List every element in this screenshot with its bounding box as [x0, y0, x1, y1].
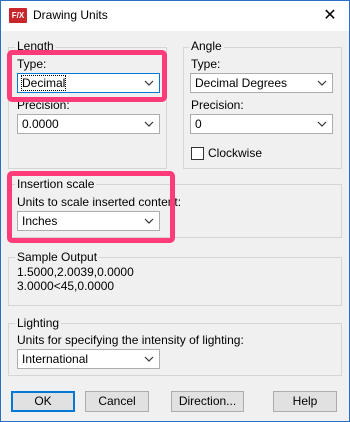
angle-type-label: Type:: [191, 57, 221, 71]
chevron-down-icon: [317, 121, 327, 127]
lighting-label: Lighting: [15, 316, 62, 330]
angle-type-value: Decimal Degrees: [195, 76, 288, 90]
highlight-insertion-scale: [7, 171, 175, 243]
close-icon[interactable]: ✕: [319, 5, 341, 27]
title-bar[interactable]: F/X Drawing Units ✕: [1, 1, 349, 31]
length-precision-value: 0.0000: [22, 117, 59, 131]
sample-output-line-2: 3.0000<45,0.0000: [17, 279, 115, 293]
sample-output-label: Sample Output: [15, 250, 100, 264]
window-title: Drawing Units: [33, 8, 108, 22]
clockwise-label[interactable]: Clockwise: [208, 146, 262, 160]
cancel-button[interactable]: Cancel: [85, 391, 149, 412]
drawing-units-dialog: F/X Drawing Units ✕ Length Type: Decimal…: [0, 0, 350, 422]
clockwise-checkbox[interactable]: [191, 147, 204, 160]
lighting-units-value: International: [22, 352, 89, 366]
help-button[interactable]: Help: [273, 391, 337, 412]
chevron-down-icon: [144, 356, 154, 362]
lighting-units-label: Units for specifying the intensity of li…: [17, 333, 244, 347]
angle-type-select[interactable]: Decimal Degrees: [190, 73, 333, 93]
direction-button[interactable]: Direction...: [171, 391, 244, 412]
angle-precision-value: 0: [195, 117, 202, 131]
autocad-app-icon: F/X: [9, 8, 27, 23]
ok-button[interactable]: OK: [11, 391, 75, 412]
chevron-down-icon: [144, 121, 154, 127]
angle-precision-select[interactable]: 0: [190, 114, 333, 134]
sample-output-line-1: 1.5000,2.0039,0.0000: [17, 265, 134, 279]
angle-precision-label: Precision:: [191, 98, 244, 112]
lighting-units-select[interactable]: International: [17, 349, 160, 369]
highlight-length-type: [7, 50, 167, 102]
angle-group-label: Angle: [189, 39, 224, 53]
chevron-down-icon: [317, 80, 327, 86]
length-precision-select[interactable]: 0.0000: [17, 114, 160, 134]
